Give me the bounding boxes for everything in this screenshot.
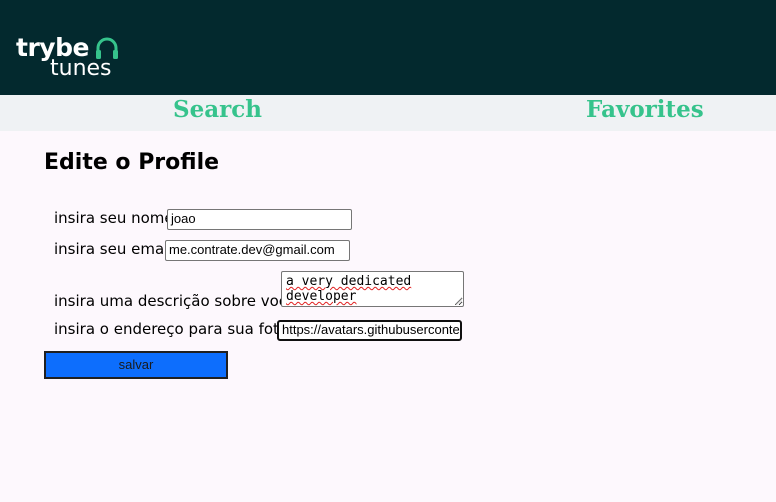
description-text: a very dedicated developer: [286, 274, 412, 304]
email-label: insira seu email: [54, 240, 173, 258]
resize-grip-icon[interactable]: [455, 298, 462, 305]
photo-label: insira o endereço para sua foto: [54, 320, 289, 338]
email-input[interactable]: me.contrate.dev@gmail.com: [165, 240, 350, 261]
description-label: insira uma descrição sobre você: [54, 292, 297, 310]
nav-link-search[interactable]: Search: [173, 95, 262, 131]
app-header: trybe tunes: [0, 0, 776, 95]
description-textarea[interactable]: a very dedicated developer: [281, 271, 464, 307]
photo-url-input[interactable]: https://avatars.githubuserconte: [277, 320, 462, 341]
page-title: Edite o Profile: [44, 150, 220, 175]
main-nav: Search Favorites: [0, 95, 776, 131]
logo-line2: tunes: [50, 56, 112, 81]
nav-link-favorites[interactable]: Favorites: [586, 95, 704, 131]
name-input[interactable]: joao: [167, 209, 352, 230]
name-label: insira seu nome: [54, 209, 174, 227]
trybetunes-logo: trybe tunes: [16, 34, 136, 84]
save-button[interactable]: salvar: [44, 351, 228, 379]
